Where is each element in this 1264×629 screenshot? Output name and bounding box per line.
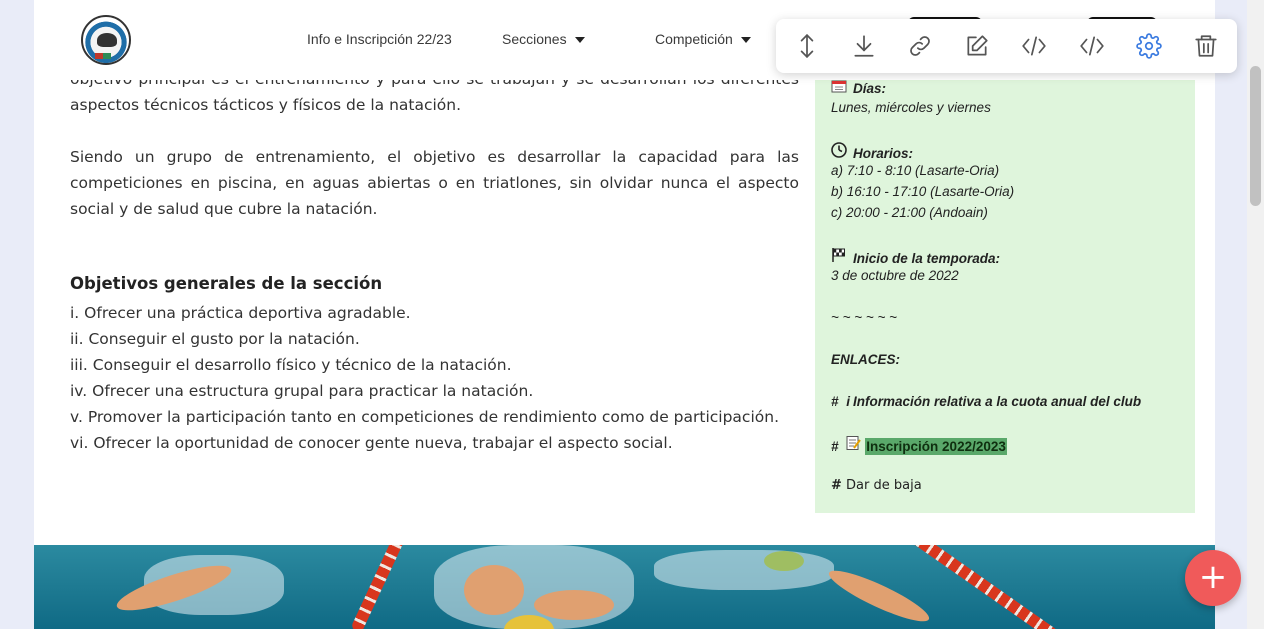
list-item: iv. Ofrecer una estructura grupal para p… xyxy=(70,382,534,400)
nav-info-inscripcion[interactable]: Info e Inscripción 22/23 xyxy=(307,31,452,47)
code-button[interactable] xyxy=(1019,31,1049,61)
link-inscripcion-row[interactable]: # Inscripción 2022/2023 xyxy=(831,435,1007,455)
scrollbar-thumb[interactable] xyxy=(1250,66,1261,206)
move-vertical-button[interactable] xyxy=(792,31,822,61)
chevron-down-icon xyxy=(740,37,751,43)
edit-button[interactable] xyxy=(962,31,992,61)
link-button[interactable] xyxy=(905,31,935,61)
flag-icon xyxy=(831,247,847,266)
list-item: ii. Conseguir el gusto por la natación. xyxy=(70,330,360,348)
list-item: vi. Ofrecer la oportunidad de conocer ge… xyxy=(70,434,673,452)
nav-secciones[interactable]: Secciones xyxy=(502,31,585,47)
memo-icon xyxy=(845,435,862,454)
nav-competicion[interactable]: Competición xyxy=(655,31,751,47)
nav-info-label: Info e Inscripción 22/23 xyxy=(307,31,452,47)
trash-icon xyxy=(1195,35,1217,57)
enlaces-heading: ENLACES: xyxy=(831,352,901,367)
clock-icon xyxy=(831,142,847,161)
delete-button[interactable] xyxy=(1191,31,1221,61)
hash-symbol: # xyxy=(831,478,842,493)
training-paragraph: Siendo un grupo de entrenamiento, el obj… xyxy=(70,148,799,218)
horario-a: a) 7:10 - 8:10 (Lasarte-Oria) xyxy=(831,163,1000,178)
link-icon xyxy=(910,36,930,56)
code-icon xyxy=(1022,36,1046,56)
list-item: i. Ofrecer una práctica deportiva agrada… xyxy=(70,304,411,322)
link-baja-row[interactable]: # Dar de baja xyxy=(831,478,922,493)
settings-button[interactable] xyxy=(1134,31,1164,61)
download-button[interactable] xyxy=(849,31,879,61)
link-cuota-row[interactable]: # i Información relativa a la cuota anual… xyxy=(831,394,1141,409)
info-icon: i xyxy=(846,394,851,409)
editor-toolbar xyxy=(776,19,1237,73)
horarios-label-row: Horarios: xyxy=(831,142,913,161)
list-item: v. Promover la participación tanto en co… xyxy=(70,408,779,426)
chevron-down-icon xyxy=(574,37,585,43)
hash-symbol: # xyxy=(831,439,839,454)
objectives-list: i. Ofrecer una práctica deportiva agrada… xyxy=(70,300,779,456)
inicio-value: 3 de octubre de 2022 xyxy=(831,268,959,283)
horario-c: c) 20:00 - 21:00 (Andoain) xyxy=(831,205,988,220)
link-cuota[interactable]: Información relativa a la cuota anual de… xyxy=(853,394,1141,409)
gear-icon xyxy=(1136,33,1162,59)
code-alt-button[interactable] xyxy=(1077,31,1107,61)
pool-photo xyxy=(34,545,1215,629)
edit-icon xyxy=(967,35,988,56)
page-scrollbar[interactable] xyxy=(1247,0,1264,629)
page-container: objetivo principal es el entrenamiento y… xyxy=(34,0,1215,629)
link-baja[interactable]: Dar de baja xyxy=(846,478,922,493)
download-icon xyxy=(854,35,874,57)
dias-label-row: Días: xyxy=(831,79,886,96)
code-alt-icon xyxy=(1080,36,1104,56)
calendar-icon xyxy=(831,79,847,96)
hash-symbol: # xyxy=(831,394,839,409)
list-item: iii. Conseguir el desarrollo físico y té… xyxy=(70,356,512,374)
nav-secciones-label: Secciones xyxy=(502,31,567,47)
dias-label: Días: xyxy=(853,81,887,96)
divider-text: ~ ~ ~ ~ ~ ~ xyxy=(831,310,898,325)
inicio-label: Inicio de la temporada: xyxy=(853,251,1001,266)
objectives-heading: Objetivos generales de la sección xyxy=(70,274,383,293)
nav-competicion-label: Competición xyxy=(655,31,733,47)
club-logo[interactable] xyxy=(81,15,131,65)
inicio-label-row: Inicio de la temporada: xyxy=(831,247,1000,266)
link-inscripcion[interactable]: Inscripción 2022/2023 xyxy=(865,438,1007,455)
move-vertical-icon xyxy=(800,34,814,58)
dias-value: Lunes, miércoles y viernes xyxy=(831,100,991,115)
horarios-label: Horarios: xyxy=(853,146,914,161)
horario-b: b) 16:10 - 17:10 (Lasarte-Oria) xyxy=(831,184,1015,199)
add-block-button[interactable]: + xyxy=(1185,550,1241,606)
